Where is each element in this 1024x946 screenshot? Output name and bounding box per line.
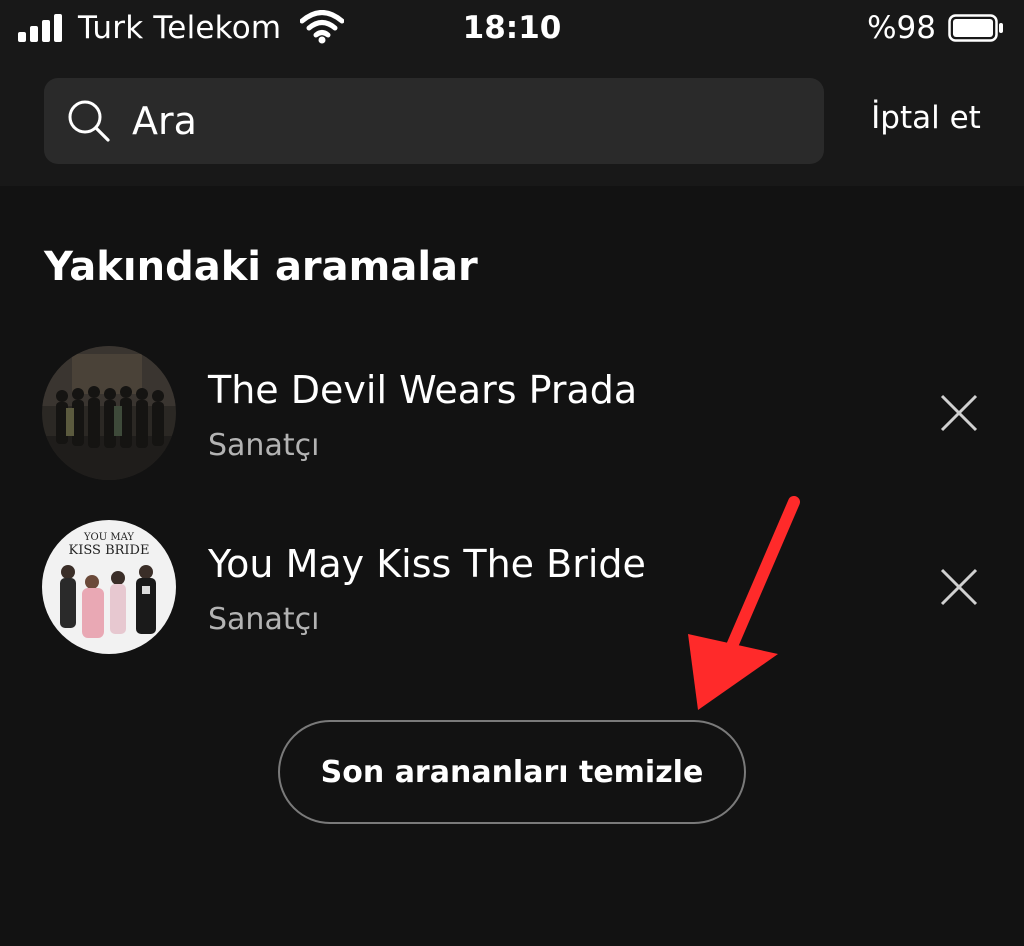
search-icon [68, 100, 110, 142]
artist-type: Sanatçı [208, 602, 320, 637]
svg-text:YOU MAY: YOU MAY [83, 532, 134, 543]
battery-percent: %98 [867, 10, 936, 46]
header-region: Turk Telekom 18:10 %98 İptal et [0, 0, 1024, 186]
red-arrow-annotation [688, 496, 800, 710]
recent-search-item[interactable]: The Devil Wears Prada Sanatçı [0, 346, 1024, 486]
artist-name: You May Kiss The Bride [208, 542, 646, 586]
recent-searches-title: Yakındaki aramalar [44, 244, 478, 290]
battery-icon [948, 14, 1003, 42]
status-bar: Turk Telekom 18:10 %98 [0, 0, 1024, 60]
band-photo-avatar [42, 346, 176, 480]
search-bar[interactable] [44, 78, 824, 164]
band-photo-avatar: YOU MAY KISS BRIDE [42, 520, 176, 654]
artist-type: Sanatçı [208, 428, 320, 463]
artist-name: The Devil Wears Prada [208, 368, 638, 412]
svg-text:KISS BRIDE: KISS BRIDE [69, 543, 150, 558]
clear-recent-button[interactable]: Son arananları temizle [278, 720, 746, 824]
search-input[interactable] [132, 78, 792, 164]
close-icon[interactable] [932, 560, 986, 614]
recent-search-item[interactable]: YOU MAY KISS BRIDE You May Kiss The Brid… [0, 520, 1024, 660]
cancel-button[interactable]: İptal et [856, 100, 996, 136]
spotify-search-screen: Turk Telekom 18:10 %98 İptal et [0, 0, 1024, 946]
close-icon[interactable] [932, 386, 986, 440]
